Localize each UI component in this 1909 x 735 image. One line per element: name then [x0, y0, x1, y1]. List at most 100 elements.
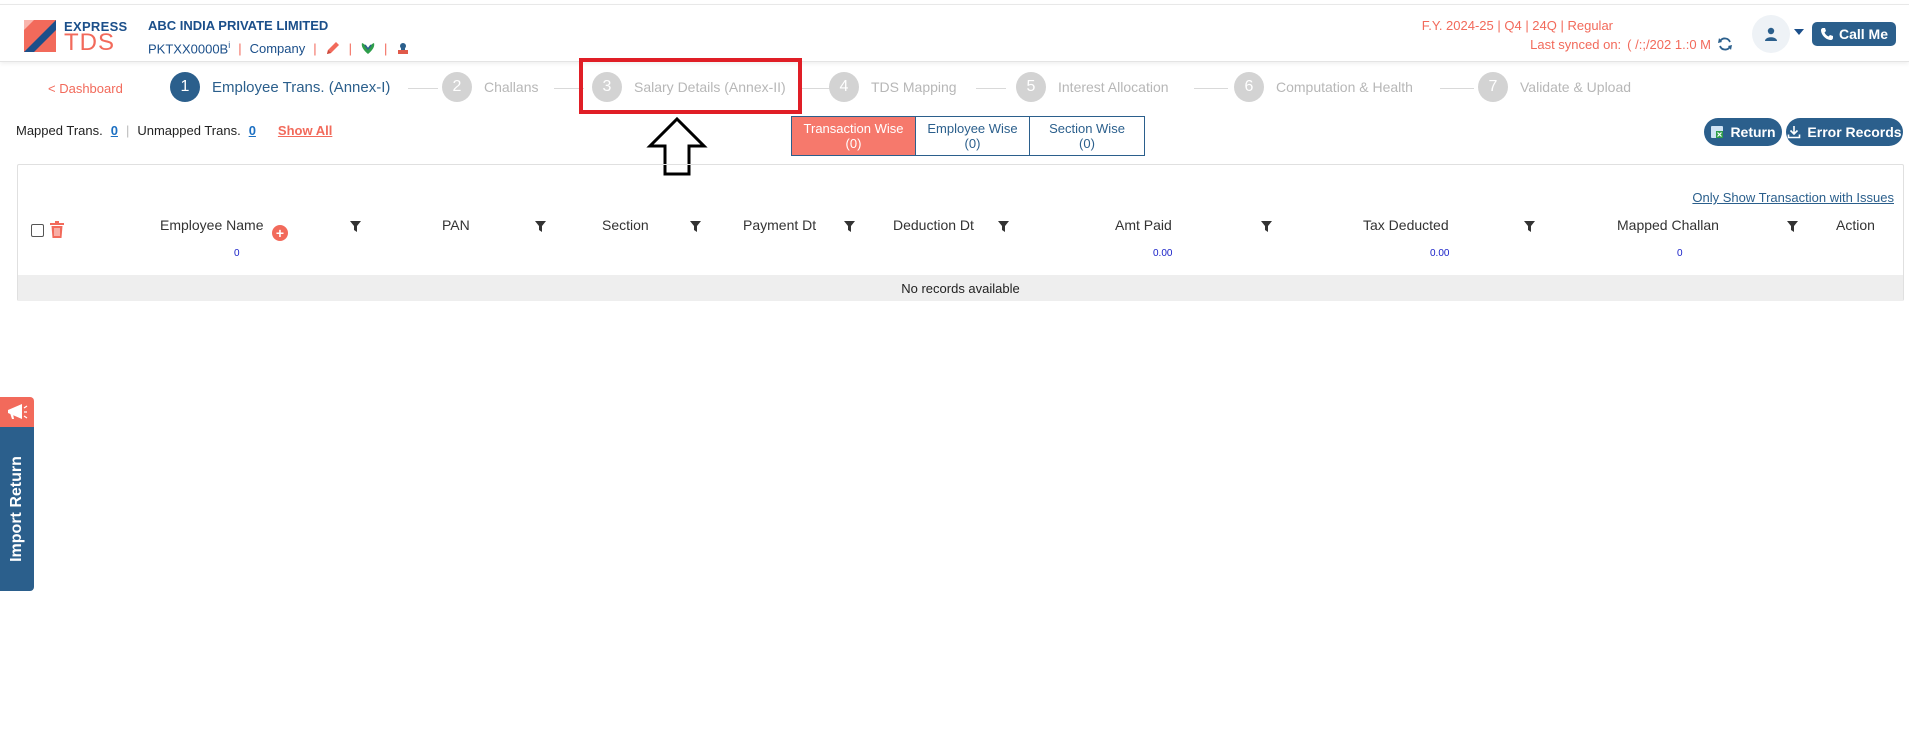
megaphone-icon — [8, 404, 28, 419]
filter-icon[interactable] — [998, 221, 1009, 232]
tab-count: (0) — [845, 136, 862, 151]
tab-count: (0) — [964, 136, 981, 151]
step-computation-health[interactable]: 6 Computation & Health — [1234, 72, 1413, 102]
import-tab-header[interactable] — [0, 397, 34, 427]
step-number: 2 — [442, 72, 472, 102]
transaction-wise-tab[interactable]: Transaction Wise (0) — [792, 117, 916, 155]
add-employee-icon[interactable]: + — [272, 225, 288, 241]
mapping-summary: Mapped Trans. 0 | Unmapped Trans. 0 Show… — [16, 123, 332, 138]
tab-label: Employee Wise — [927, 121, 1018, 136]
separator: | — [313, 40, 317, 56]
filter-icon[interactable] — [690, 221, 701, 232]
col-payment-dt[interactable]: Payment Dt — [743, 217, 816, 233]
user-avatar[interactable] — [1752, 15, 1790, 53]
filter-icon[interactable] — [535, 221, 546, 232]
step-number: 4 — [829, 72, 859, 102]
divider: | — [125, 123, 130, 138]
col-pan[interactable]: PAN — [442, 217, 470, 233]
employee-count-sum: 0 — [234, 248, 240, 259]
step-connector — [1194, 88, 1228, 89]
return-info: F.Y. 2024-25 | Q4 | 24Q | Regular — [1421, 18, 1613, 33]
step-label: Employee Trans. (Annex-I) — [212, 78, 391, 96]
edit-pencil-icon[interactable] — [325, 40, 341, 56]
transactions-table: Only Show Transaction with Issues Employ… — [17, 164, 1904, 301]
logo-tds-text: TDS — [64, 29, 115, 56]
user-icon — [1765, 27, 1777, 41]
step-label: TDS Mapping — [871, 79, 957, 95]
step-validate-upload[interactable]: 7 Validate & Upload — [1478, 72, 1632, 102]
refresh-icon[interactable] — [1717, 36, 1733, 52]
step-label: Computation & Health — [1276, 79, 1413, 95]
step-challans[interactable]: 2 Challans — [442, 72, 539, 102]
col-employee-name[interactable]: Employee Name — [160, 217, 264, 233]
step-label: Validate & Upload — [1520, 79, 1632, 95]
empty-state-row: No records available — [18, 275, 1903, 301]
tan-number: PKTXX0000Bi — [148, 40, 230, 56]
company-meta: PKTXX0000Bi | Company | | | — [148, 40, 411, 56]
tab-label: Section Wise — [1049, 121, 1125, 136]
col-tax-deducted[interactable]: Tax Deducted — [1363, 217, 1449, 233]
import-return-label: Import Return — [8, 456, 25, 562]
company-name: ABC INDIA PRIVATE LIMITED — [148, 18, 329, 33]
annotation-highlight-box — [579, 58, 802, 114]
sync-status: Last synced on: ( /:;/202 1.:0 M — [1530, 36, 1733, 52]
filter-icon[interactable] — [1787, 221, 1798, 232]
step-connector — [800, 88, 830, 89]
filter-icon[interactable] — [844, 221, 855, 232]
section-wise-tab[interactable]: Section Wise (0) — [1030, 117, 1144, 155]
dashboard-link[interactable]: < Dashboard — [48, 81, 123, 96]
filter-icon[interactable] — [350, 221, 361, 232]
step-connector — [1440, 88, 1474, 89]
employee-wise-tab[interactable]: Employee Wise (0) — [916, 117, 1030, 155]
return-label: Return — [1730, 124, 1776, 140]
error-records-label: Error Records — [1807, 124, 1902, 140]
traces-logo-icon[interactable] — [360, 40, 376, 56]
step-interest-allocation[interactable]: 5 Interest Allocation — [1016, 72, 1169, 102]
error-records-button[interactable]: Error Records — [1786, 118, 1903, 146]
download-icon — [1788, 126, 1801, 139]
separator: | — [238, 40, 242, 56]
show-all-link[interactable]: Show All — [278, 123, 332, 138]
express-tds-logo[interactable]: EXPRESS TDS — [22, 16, 130, 56]
step-label: Challans — [484, 79, 539, 95]
filter-icon[interactable] — [1524, 221, 1535, 232]
step-label: Interest Allocation — [1058, 79, 1169, 95]
import-return-side-tab[interactable]: Import Return — [0, 397, 34, 591]
import-tab-body[interactable]: Import Return — [0, 427, 34, 591]
only-issues-link[interactable]: Only Show Transaction with Issues — [1692, 190, 1894, 205]
unmapped-label: Unmapped Trans. — [137, 123, 241, 138]
app-header: EXPRESS TDS ABC INDIA PRIVATE LIMITED PK… — [0, 4, 1909, 62]
separator: | — [348, 40, 353, 56]
sync-label: Last synced on: — [1530, 36, 1622, 52]
separator: | — [384, 40, 388, 56]
tax-deducted-sum: 0.00 — [1430, 248, 1450, 259]
step-number: 7 — [1478, 72, 1508, 102]
entity-type: Company — [249, 40, 306, 56]
info-icon[interactable]: i — [228, 40, 230, 50]
tan-text: PKTXX0000B — [148, 41, 229, 57]
filter-icon[interactable] — [1261, 221, 1272, 232]
unmapped-count[interactable]: 0 — [249, 123, 256, 138]
col-amt-paid[interactable]: Amt Paid — [1115, 217, 1172, 233]
mapped-count[interactable]: 0 — [111, 123, 118, 138]
return-button[interactable]: Return — [1704, 118, 1782, 146]
view-toggle: Transaction Wise (0) Employee Wise (0) S… — [791, 116, 1145, 156]
call-me-button[interactable]: Call Me — [1812, 22, 1896, 46]
tab-count: (0) — [1079, 136, 1095, 151]
mapped-challan-sum: 0 — [1677, 248, 1683, 259]
col-deduction-dt[interactable]: Deduction Dt — [893, 217, 974, 233]
col-section[interactable]: Section — [602, 217, 649, 233]
chevron-down-icon[interactable] — [1794, 29, 1804, 35]
call-me-label: Call Me — [1838, 26, 1888, 42]
tab-label: Transaction Wise — [803, 121, 904, 136]
income-tax-portal-icon[interactable] — [395, 40, 411, 56]
mapped-label: Mapped Trans. — [16, 123, 103, 138]
step-employee-trans[interactable]: 1 Employee Trans. (Annex-I) — [170, 72, 391, 102]
col-mapped-challan[interactable]: Mapped Challan — [1617, 217, 1719, 233]
step-number: 6 — [1234, 72, 1264, 102]
step-connector — [976, 88, 1006, 89]
step-connector — [408, 88, 438, 89]
logo-mark-icon — [24, 20, 56, 52]
step-tds-mapping[interactable]: 4 TDS Mapping — [829, 72, 957, 102]
step-number: 1 — [170, 72, 200, 102]
